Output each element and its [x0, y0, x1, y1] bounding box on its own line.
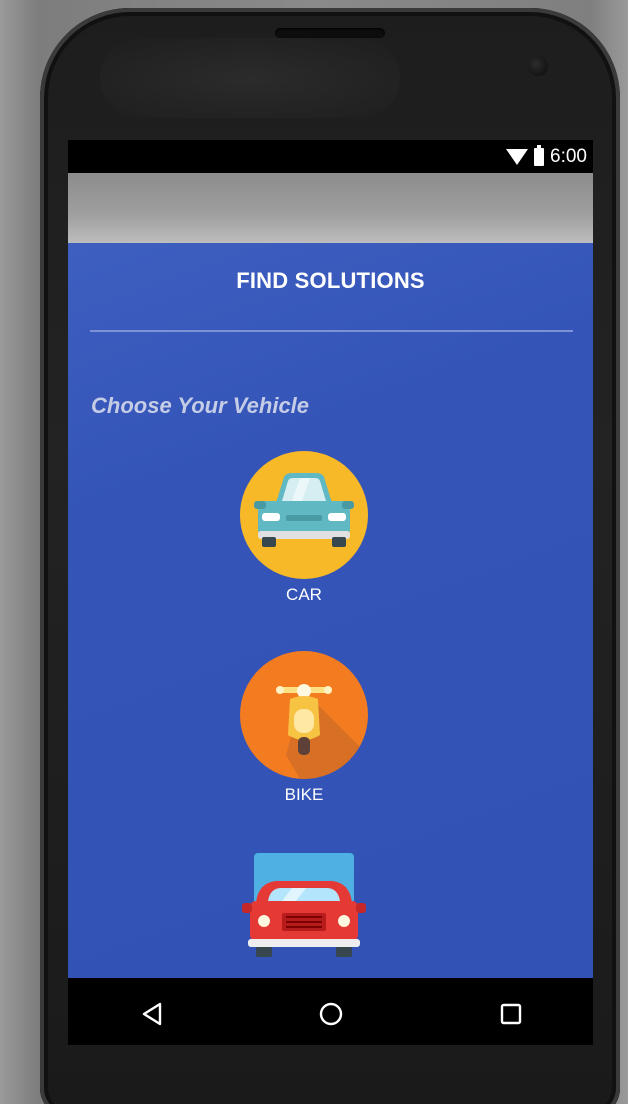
bike-label: BIKE — [284, 785, 324, 804]
car-label: CAR — [286, 585, 322, 604]
vehicle-option-car[interactable]: CAR — [236, 451, 372, 605]
main-content: FIND SOLUTIONS Choose Your Vehicle CAR B… — [68, 243, 593, 978]
status-icons: 6:00 — [506, 144, 587, 169]
choose-vehicle-heading: Choose Your Vehicle — [91, 393, 310, 418]
device-screen: 6:00 FIND SOLUTIONS Choose Your Vehicle — [68, 140, 593, 1045]
earpiece-speaker — [275, 28, 385, 38]
back-button[interactable] — [134, 996, 170, 1032]
recents-icon — [500, 1003, 522, 1025]
home-icon — [319, 1002, 343, 1026]
front-camera — [528, 56, 548, 76]
status-time: 6:00 — [550, 145, 587, 167]
car-icon[interactable] — [240, 451, 368, 579]
phone-glare — [100, 38, 400, 118]
battery-icon — [534, 144, 545, 166]
title-divider — [90, 330, 573, 332]
wifi-icon — [506, 148, 529, 165]
back-icon — [142, 1002, 162, 1026]
status-bar: 6:00 — [68, 140, 593, 173]
home-button[interactable] — [313, 996, 349, 1032]
action-bar — [68, 173, 593, 243]
emulator-stage: 6:00 FIND SOLUTIONS Choose Your Vehicle — [0, 0, 628, 1104]
truck-icon[interactable] — [236, 853, 372, 978]
vehicle-option-truck[interactable] — [236, 853, 372, 978]
navigation-bar — [68, 978, 593, 1045]
scooter-icon[interactable] — [240, 651, 368, 779]
vehicle-option-bike[interactable]: BIKE — [236, 651, 372, 805]
page-title: FIND SOLUTIONS — [236, 268, 425, 293]
recents-button[interactable] — [493, 996, 529, 1032]
